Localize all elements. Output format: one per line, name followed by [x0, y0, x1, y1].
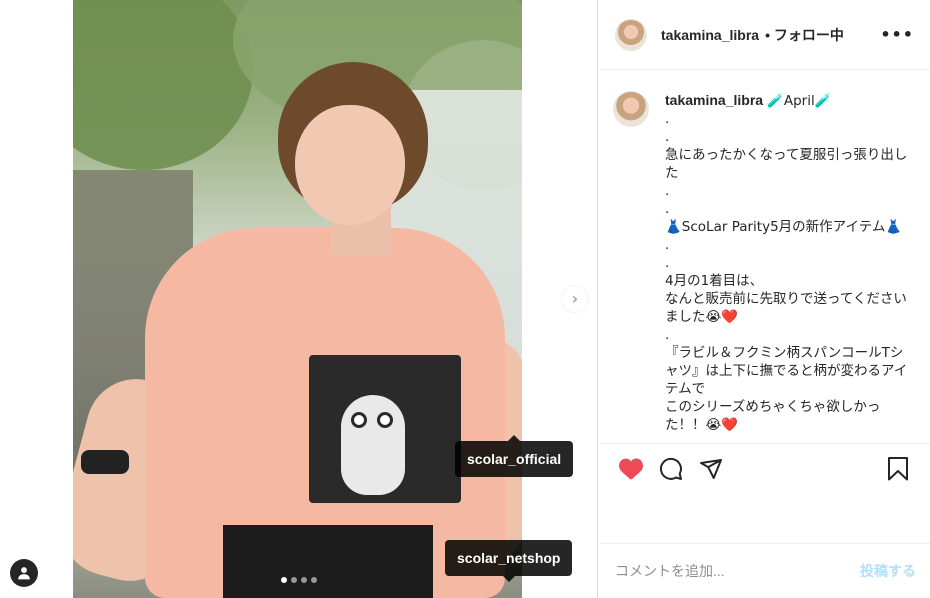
- next-image-button[interactable]: ›: [562, 286, 588, 312]
- caption-body: takamina_libra 🧪April🧪 . . 急にあったかくなって夏服引っ…: [665, 91, 914, 434]
- caption-line: 急にあったかくなって夏服引っ張り出した: [665, 147, 908, 181]
- product-tag-scolar-netshop[interactable]: scolar_netshop: [445, 540, 573, 582]
- caption-username[interactable]: takamina_libra: [665, 92, 763, 108]
- follow-status[interactable]: • フォロー中: [765, 25, 844, 45]
- caption-line: 『ラビル＆フクミン柄スパンコールTシャツ』は上下に撫でると柄が変わるアイテムで: [665, 345, 908, 397]
- carousel-dot: [311, 577, 317, 583]
- comment-button[interactable]: [651, 449, 691, 489]
- caption-line: .: [665, 201, 670, 217]
- carousel-indicator: [281, 577, 317, 583]
- comment-bubble-icon: [659, 457, 682, 480]
- save-button[interactable]: [878, 449, 918, 489]
- carousel-dot: [281, 577, 287, 583]
- add-comment-bar: 投稿する: [599, 543, 930, 598]
- header-username[interactable]: takamina_libra: [661, 27, 759, 43]
- comment-input[interactable]: [615, 563, 860, 579]
- comments-scroll-area[interactable]: takamina_libra 🧪April🧪 . . 急にあったかくなって夏服引っ…: [599, 71, 930, 443]
- caption-line: なんと販売前に先取りで送ってくださいました😭❤️: [665, 291, 907, 325]
- carousel-dot: [291, 577, 297, 583]
- carousel-dot: [301, 577, 307, 583]
- share-button[interactable]: [691, 449, 731, 489]
- post-side-panel: takamina_libra • フォロー中 ••• takamina_libr…: [599, 0, 930, 598]
- post-comment-button[interactable]: 投稿する: [860, 561, 916, 581]
- person-icon: [18, 567, 30, 580]
- caption-avatar[interactable]: [613, 91, 649, 127]
- bookmark-icon: [888, 456, 908, 480]
- caption-line: 🧪April🧪: [767, 93, 832, 109]
- post-actions-bar: [599, 443, 930, 493]
- post-photo[interactable]: [73, 0, 522, 598]
- paper-plane-icon: [700, 458, 722, 479]
- caption-line: .: [665, 255, 670, 271]
- more-dots-icon[interactable]: •••: [880, 25, 914, 44]
- avatar[interactable]: [615, 18, 647, 51]
- caption-line: 👗ScoLar Parity5月の新作アイテム👗: [665, 219, 903, 235]
- like-button[interactable]: [611, 449, 651, 489]
- caption-line: .: [665, 327, 670, 343]
- caption-line: .: [665, 183, 670, 199]
- caption-line: 4月の1着目は、: [665, 273, 764, 289]
- tagged-users-button[interactable]: [10, 559, 38, 587]
- chevron-right-icon: ›: [571, 289, 579, 308]
- caption-line: .: [665, 111, 670, 127]
- caption-line: このシリーズめちゃくちゃ欲しかった！！😭❤️: [665, 399, 881, 433]
- caption-line: .: [665, 129, 670, 145]
- product-tag-scolar-official[interactable]: scolar_official: [455, 435, 574, 477]
- caption: takamina_libra 🧪April🧪 . . 急にあったかくなって夏服引っ…: [613, 91, 914, 434]
- heart-filled-icon: [619, 458, 643, 479]
- caption-line: .: [665, 237, 670, 253]
- post-media-area: › scolar_official scolar_netshop: [0, 0, 598, 598]
- post-header: takamina_libra • フォロー中 •••: [599, 0, 930, 70]
